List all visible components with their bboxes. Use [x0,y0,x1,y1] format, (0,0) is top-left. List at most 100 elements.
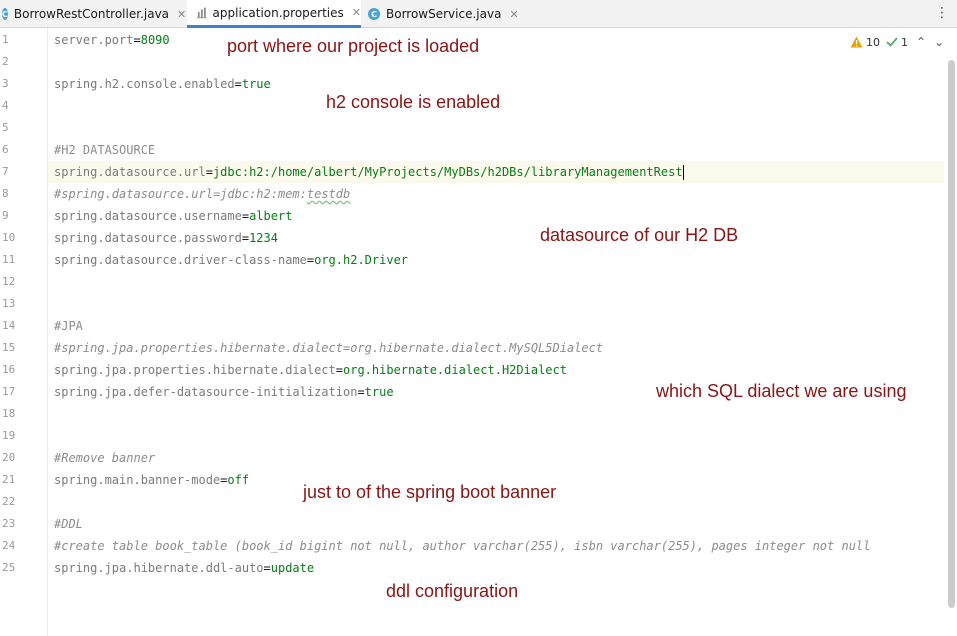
warnings-indicator[interactable]: 10 [850,36,880,49]
line-number: 23 [2,517,16,530]
code-line-9[interactable]: spring.datasource.username=albert [54,205,292,227]
line-number: 1 [2,33,9,46]
line-number-gutter: 1 2 3 4 5 6 7 8 9 10 11 12 13 14 15 16 1… [0,28,48,636]
property-key: spring.datasource.url [54,165,206,179]
equals-sign: = [241,231,250,245]
property-key: spring.h2.console.enabled [54,77,235,91]
code-line-8[interactable]: #spring.datasource.url=jdbc:h2:mem:testd… [54,183,350,205]
line-number: 20 [2,451,16,464]
annotation-h2-console: h2 console is enabled [326,92,501,112]
code-line-14[interactable]: #JPA [54,315,83,337]
property-value: true [241,77,271,91]
property-key: spring.main.banner-mode [54,473,221,487]
property-key: spring.datasource.username [54,209,242,223]
code-line-25[interactable]: spring.jpa.hibernate.ddl-auto=update [54,557,314,579]
line-number: 14 [2,319,16,332]
comment: #Remove banner [54,451,156,465]
scrollbar-thumb[interactable] [948,60,955,608]
annotation-ddl: ddl configuration [386,581,519,601]
property-key: server.port [54,33,134,47]
close-icon[interactable]: ✕ [352,6,361,19]
line-number: 16 [2,363,16,376]
line-number: 4 [2,99,9,112]
property-key: spring.jpa.defer-datasource-initializati… [54,385,358,399]
warning-icon [850,36,863,48]
code-line-24[interactable]: #create table book_table (book_id bigint… [54,535,870,557]
properties-file-icon [197,7,207,19]
more-options-icon[interactable]: ⋮ [935,6,949,20]
line-number: 22 [2,495,16,508]
property-value: true [364,385,394,399]
code-line-11[interactable]: spring.datasource.driver-class-name=org.… [54,249,408,271]
property-value: 8090 [140,33,170,47]
annotation-port: port where our project is loaded [227,36,480,56]
property-value: org.h2.Driver [314,253,409,267]
code-line-20[interactable]: #Remove banner [54,447,155,469]
comment: #H2 DATASOURCE [54,143,156,157]
close-icon[interactable]: ✕ [509,8,518,21]
tab-label: application.properties [212,5,344,20]
comment: #create table book_table (book_id bigint… [54,539,871,553]
line-number: 9 [2,209,9,222]
weak-warnings-count: 1 [901,35,908,49]
equals-sign: = [241,209,250,223]
property-value: albert [249,209,293,223]
tab-label: BorrowService.java [386,7,502,21]
property-key: spring.datasource.driver-class-name [54,253,307,267]
line-number: 10 [2,231,16,244]
code-line-15[interactable]: #spring.jpa.properties.hibernate.dialect… [54,337,603,359]
comment: #JPA [54,319,83,333]
property-value: jdbc:h2:/home/albert/MyProjects/MyDBs/h2… [212,165,683,179]
tab-application-properties[interactable]: application.properties ✕ [187,0,361,28]
equals-sign: = [335,363,343,377]
line-number: 6 [2,143,9,156]
line-number: 11 [2,253,16,266]
code-line-1[interactable]: server.port=8090 [54,29,170,51]
inspection-widget[interactable]: 10 1 ⌃ ⌄ [850,34,944,50]
line-number: 19 [2,429,16,442]
code-line-3[interactable]: spring.h2.console.enabled=true [54,73,271,95]
equals-sign: = [263,561,271,575]
java-class-icon: C [2,8,8,20]
line-number: 17 [2,385,16,398]
line-number: 8 [2,187,9,200]
tab-borrow-rest-controller[interactable]: C BorrowRestController.java ✕ [0,0,186,28]
code-line-21[interactable]: spring.main.banner-mode=off [54,469,249,491]
comment: #spring.datasource.url=jdbc:h2:mem: [54,187,307,201]
annotation-banner: just to of the spring boot banner [303,482,557,502]
code-line-16[interactable]: spring.jpa.properties.hibernate.dialect=… [54,359,567,381]
property-value: update [270,561,315,575]
close-icon[interactable]: ✕ [177,8,186,21]
comment: #spring.jpa.properties.hibernate.dialect… [54,341,604,355]
line-number: 7 [2,165,9,178]
line-number: 3 [2,77,9,90]
line-number: 2 [2,55,9,68]
property-key: spring.datasource.password [54,231,242,245]
tab-label: BorrowRestController.java [13,7,170,21]
check-icon [886,37,898,47]
spellcheck-word: testdb [306,187,351,201]
property-key: spring.jpa.hibernate.ddl-auto [54,561,264,575]
equals-sign: = [205,165,213,179]
code-line-23[interactable]: #DDL [54,513,83,535]
previous-highlight-icon[interactable]: ⌃ [916,35,926,49]
annotation-dialect: which SQL dialect we are using [656,381,907,401]
code-editor[interactable]: server.port=8090 spring.h2.console.enabl… [48,28,944,636]
java-class-icon: C [368,8,380,20]
property-value: org.hibernate.dialect.H2Dialect [343,363,567,377]
equals-sign: = [357,385,365,399]
code-line-10[interactable]: spring.datasource.password=1234 [54,227,278,249]
line-number: 5 [2,121,9,134]
warnings-count: 10 [866,35,880,49]
code-line-17[interactable]: spring.jpa.defer-datasource-initializati… [54,381,394,403]
annotation-datasource: datasource of our H2 DB [540,225,739,245]
next-highlight-icon[interactable]: ⌄ [934,35,944,49]
tab-borrow-service[interactable]: C BorrowService.java ✕ [362,0,522,28]
text-caret [682,165,684,180]
code-line-7[interactable]: spring.datasource.url=jdbc:h2:/home/albe… [48,161,944,183]
line-number: 13 [2,297,16,310]
line-number: 12 [2,275,16,288]
weak-warnings-indicator[interactable]: 1 [886,36,908,49]
code-line-6[interactable]: #H2 DATASOURCE [54,139,155,161]
equals-sign: = [234,77,242,91]
